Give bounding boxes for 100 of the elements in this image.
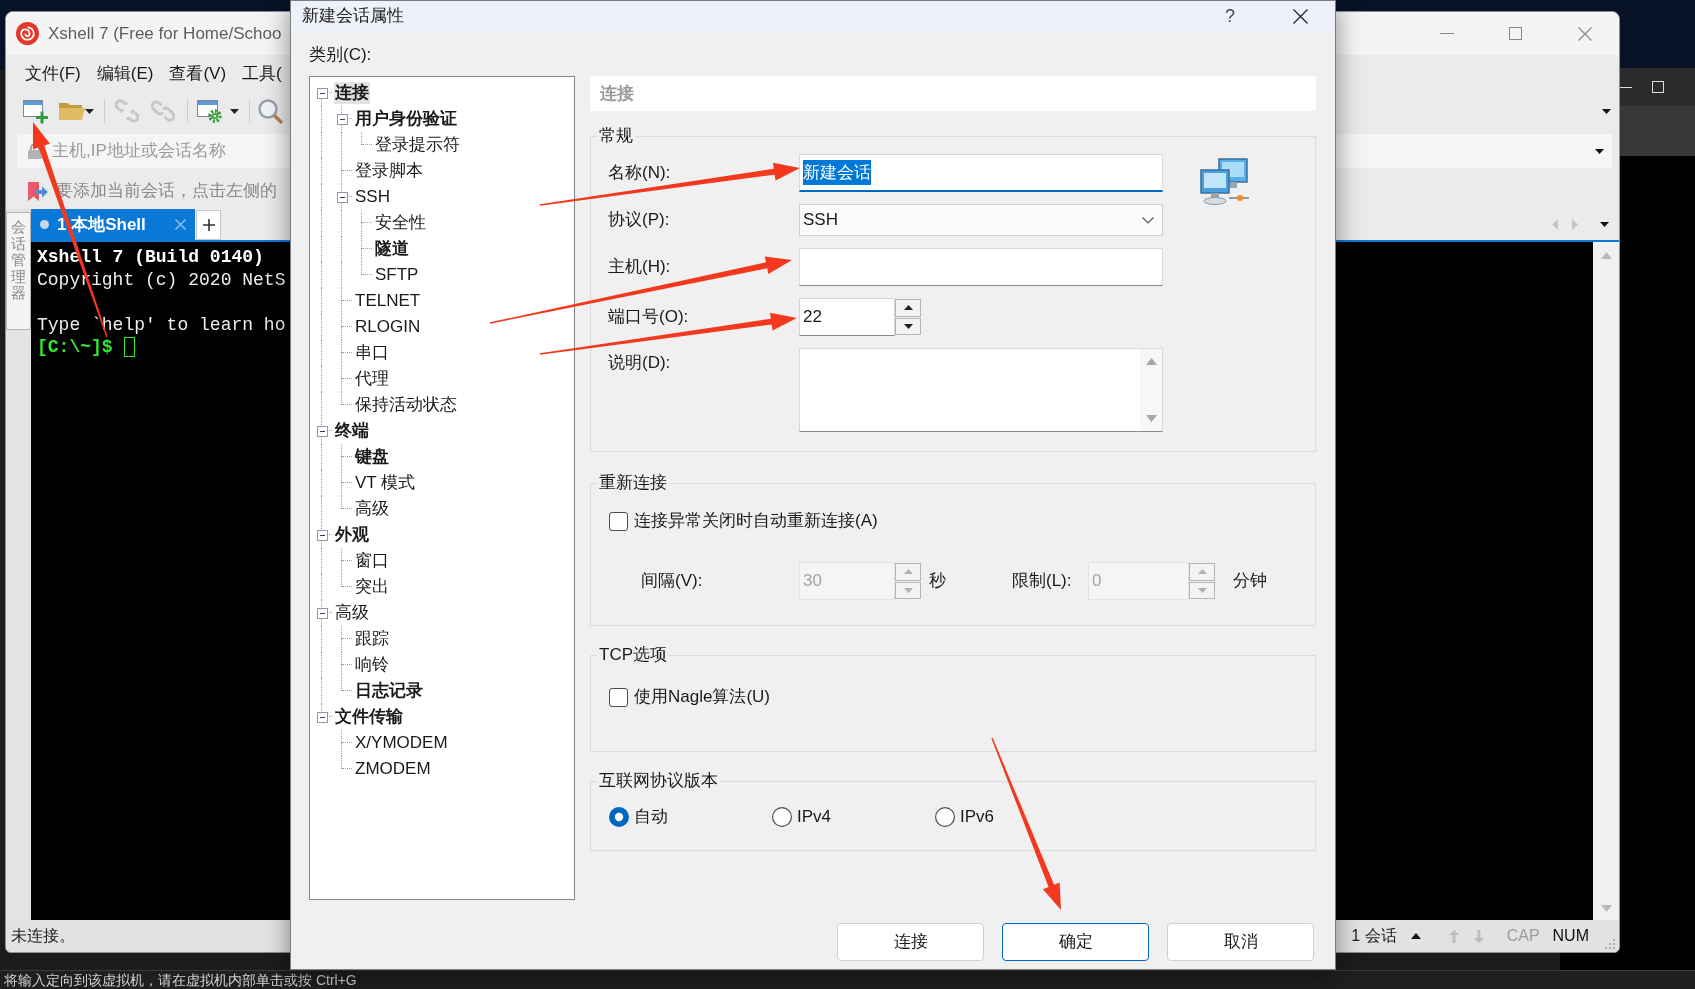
tree-item[interactable]: 响铃 — [354, 654, 390, 676]
tree-item[interactable]: X/YMODEM — [354, 732, 449, 754]
tree-item[interactable]: 终端 — [334, 420, 370, 442]
tree-item[interactable]: 窗口 — [354, 550, 390, 572]
tree-item[interactable]: SFTP — [374, 264, 420, 286]
tree-item[interactable]: 高级 — [354, 498, 390, 520]
checkbox-label: 连接异常关闭时自动重新连接(A) — [634, 510, 878, 533]
minus-box-icon[interactable] — [317, 712, 328, 723]
window-gear-icon[interactable] — [197, 98, 223, 124]
tree-item[interactable]: 登录脚本 — [354, 160, 424, 182]
unit-label: 分钟 — [1233, 571, 1267, 591]
number-field[interactable]: 22 — [799, 298, 895, 336]
group-title: TCP选项 — [598, 645, 668, 665]
tree-item[interactable]: 连接 — [334, 82, 370, 104]
minus-box-icon[interactable] — [317, 530, 328, 541]
tree-item[interactable]: SSH — [354, 186, 391, 208]
tree-item[interactable]: 文件传输 — [334, 706, 404, 728]
field-label: 说明(D): — [608, 353, 671, 372]
tree-item[interactable]: 跟踪 — [354, 628, 390, 650]
menu-item[interactable]: 工具( — [242, 61, 282, 87]
minimize-icon[interactable] — [1620, 86, 1632, 88]
minus-box-icon[interactable] — [337, 114, 348, 125]
tree-item[interactable]: 串口 — [354, 342, 390, 364]
text-field[interactable] — [799, 248, 1163, 286]
tree-item[interactable]: 用户身份验证 — [354, 108, 458, 130]
tree-item[interactable]: VT 模式 — [354, 472, 417, 494]
radio-button[interactable] — [609, 807, 629, 827]
tree-item[interactable]: 保持活动状态 — [354, 394, 458, 416]
scroll-down-icon — [1145, 415, 1157, 422]
session-tab[interactable]: 1 本地Shell — [31, 209, 195, 240]
radio-button[interactable] — [935, 807, 955, 827]
chevron-down-icon — [1142, 216, 1154, 224]
tree-item[interactable]: 高级 — [334, 602, 370, 624]
new-tab-button[interactable] — [196, 210, 221, 240]
field-label: 端口号(O): — [608, 307, 689, 327]
search-icon[interactable] — [258, 98, 283, 124]
resize-grip-icon — [1605, 939, 1615, 949]
caret-down-icon[interactable] — [230, 108, 239, 114]
tree-item[interactable]: 隧道 — [374, 238, 410, 260]
tree-item[interactable]: TELNET — [354, 290, 422, 312]
dialog-button[interactable]: 取消 — [1167, 923, 1314, 961]
plus-icon — [202, 219, 215, 231]
tree-item[interactable]: RLOGIN — [354, 316, 422, 338]
tree-item[interactable]: 键盘 — [354, 446, 390, 468]
minus-box-icon[interactable] — [337, 192, 348, 203]
session-count: 1 会话 — [1351, 926, 1397, 946]
menu-item[interactable]: 文件(F) — [25, 61, 81, 87]
group-title: 常规 — [598, 126, 634, 146]
tree-item[interactable]: 外观 — [334, 524, 370, 546]
caret-down-icon[interactable] — [1595, 148, 1604, 154]
unit-label: 秒 — [929, 571, 946, 591]
checkbox-label: 使用Nagle算法(U) — [634, 686, 771, 709]
dialog-button[interactable]: 确定 — [1002, 923, 1149, 961]
field-label: 间隔(V): — [641, 571, 703, 591]
radio-button[interactable] — [772, 807, 792, 827]
bookmark-icon — [28, 181, 48, 201]
field-label: 协议(P): — [608, 210, 670, 230]
window-title: Xshell 7 (Free for Home/Schoo — [48, 22, 282, 45]
spin-down-button[interactable] — [895, 317, 921, 335]
close-icon[interactable] — [1292, 8, 1308, 24]
description-field[interactable] — [799, 348, 1163, 432]
caret-down-icon — [1197, 587, 1207, 593]
field-label: 限制(L): — [1012, 571, 1072, 591]
new-session-icon[interactable] — [23, 98, 48, 124]
tree-item[interactable]: 日志记录 — [354, 680, 424, 702]
caret-down-icon[interactable] — [85, 108, 94, 114]
menu-item[interactable]: 编辑(E) — [96, 61, 154, 87]
tree-item[interactable]: 突出 — [354, 576, 390, 598]
cursor-icon — [123, 337, 135, 358]
checkbox[interactable] — [609, 687, 628, 707]
tree-item[interactable]: 登录提示符 — [374, 134, 461, 156]
tree-item[interactable]: 代理 — [354, 368, 390, 390]
help-button[interactable]: ? — [1225, 2, 1235, 30]
checkbox[interactable] — [609, 511, 628, 531]
caret-down-icon — [903, 323, 913, 329]
menu-item[interactable]: 查看(V) — [169, 61, 227, 87]
caret-up-icon[interactable] — [1410, 933, 1421, 939]
group-title: 重新连接 — [598, 473, 668, 493]
address-input[interactable]: 主机,IP地址或会话名称 — [52, 138, 267, 164]
text-field[interactable]: 新建会话 — [799, 154, 1163, 192]
section-title: 连接 — [590, 76, 1316, 111]
spin-up-button[interactable] — [895, 299, 921, 317]
tree-item[interactable]: 安全性 — [374, 212, 427, 234]
caret-up-icon — [903, 305, 913, 311]
protocol-select[interactable]: SSH — [799, 204, 1163, 236]
terminal-prompt: [C:\~]$ — [37, 336, 113, 359]
caret-down-icon[interactable] — [1600, 222, 1609, 227]
field-label: 名称(N): — [608, 163, 671, 183]
tree-item[interactable]: ZMODEM — [354, 758, 432, 780]
key-indicator: NUM — [1552, 926, 1589, 946]
spiral-logo-icon — [16, 22, 39, 45]
radio-label: IPv6 — [960, 806, 995, 829]
minus-box-icon[interactable] — [317, 608, 328, 619]
computers-icon — [1199, 158, 1251, 206]
minus-box-icon[interactable] — [317, 426, 328, 437]
caret-down-icon[interactable] — [1602, 108, 1611, 114]
minus-box-icon[interactable] — [317, 88, 328, 99]
dialog-button[interactable]: 连接 — [837, 923, 984, 961]
scrollbar[interactable] — [1140, 349, 1162, 431]
field-label: 主机(H): — [608, 257, 671, 277]
